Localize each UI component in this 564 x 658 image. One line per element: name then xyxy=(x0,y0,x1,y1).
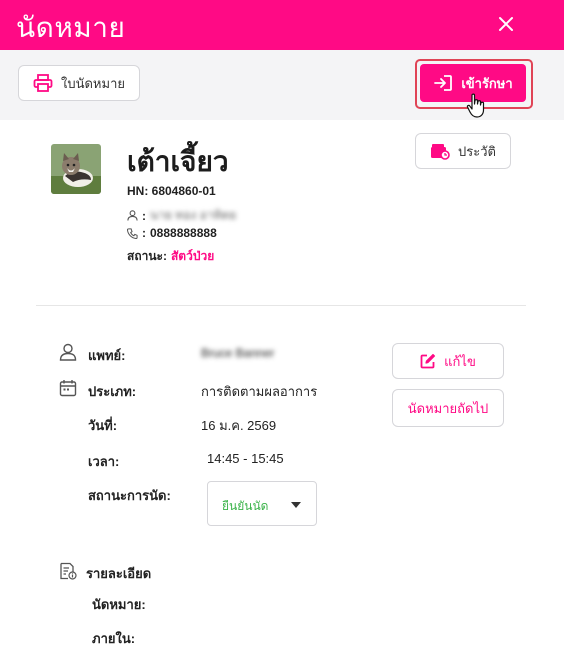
document-info-icon xyxy=(60,562,77,580)
print-appointment-button[interactable]: ใบนัดหมาย xyxy=(18,65,140,101)
details-heading: รายละเอียด xyxy=(86,566,152,581)
time-value: 14:45 - 15:45 xyxy=(207,451,284,466)
login-icon xyxy=(434,75,453,91)
pet-name: เต้าเจี้ยว xyxy=(127,146,229,177)
next-appointment-label: นัดหมายถัดไป xyxy=(407,400,489,416)
owner-line: : นาย ทอง อาทิตย xyxy=(127,206,236,225)
appointment-status-select[interactable]: ยืนยันนัด xyxy=(207,481,317,526)
wallet-icon xyxy=(431,144,450,160)
edit-label: แก้ไข xyxy=(444,353,476,369)
phone-number: 0888888888 xyxy=(150,226,217,240)
date-value: 16 ม.ค. 2569 xyxy=(201,418,277,433)
next-appointment-button[interactable]: นัดหมายถัดไป xyxy=(392,389,504,427)
appointment-note-label: นัดหมาย: xyxy=(92,597,146,612)
edit-icon xyxy=(420,353,436,369)
section-divider xyxy=(36,305,526,306)
print-appointment-label: ใบนัดหมาย xyxy=(61,75,125,91)
pet-hn: HN: 6804860-01 xyxy=(127,184,216,198)
calendar-icon xyxy=(59,380,77,397)
doctor-value: Bruce Banner xyxy=(201,346,275,360)
time-label: เวลา: xyxy=(88,454,120,469)
pet-avatar xyxy=(51,144,101,194)
history-button[interactable]: ประวัติ xyxy=(415,133,511,169)
toolbar: ใบนัดหมาย เข้ารักษา xyxy=(0,50,564,120)
phone-line: : 0888888888 xyxy=(127,226,217,240)
internal-note-label: ภายใน: xyxy=(92,631,136,646)
close-icon xyxy=(499,17,513,31)
modal-header: นัดหมาย xyxy=(0,0,564,50)
pet-status-value: สัตว์ป่วย xyxy=(170,249,215,263)
appointment-status-value: ยืนยันนัด xyxy=(222,499,269,513)
chevron-down-icon xyxy=(291,502,301,508)
close-button[interactable] xyxy=(492,10,520,38)
hand-pointer-icon xyxy=(466,93,485,118)
modal-title: นัดหมาย xyxy=(16,12,126,43)
owner-name: นาย ทอง อาทิตย xyxy=(150,208,237,222)
admit-label: เข้ารักษา xyxy=(461,75,513,91)
history-label: ประวัติ xyxy=(458,143,496,159)
type-label: ประเภท: xyxy=(88,384,137,399)
phone-colon: : xyxy=(142,226,146,240)
owner-colon: : xyxy=(142,208,146,223)
phone-icon xyxy=(127,227,138,239)
printer-icon xyxy=(33,74,53,92)
user-icon xyxy=(59,343,77,361)
edit-button[interactable]: แก้ไข xyxy=(392,343,504,379)
doctor-label: แพทย์: xyxy=(88,348,126,363)
pet-status-line: สถานะ: สัตว์ป่วย xyxy=(127,247,214,266)
type-value: การติดตามผลอาการ xyxy=(201,384,318,399)
appointment-status-label: สถานะการนัด: xyxy=(88,488,171,503)
user-icon xyxy=(127,210,138,221)
pet-status-label: สถานะ: xyxy=(127,249,167,263)
date-label: วันที่: xyxy=(88,418,118,433)
